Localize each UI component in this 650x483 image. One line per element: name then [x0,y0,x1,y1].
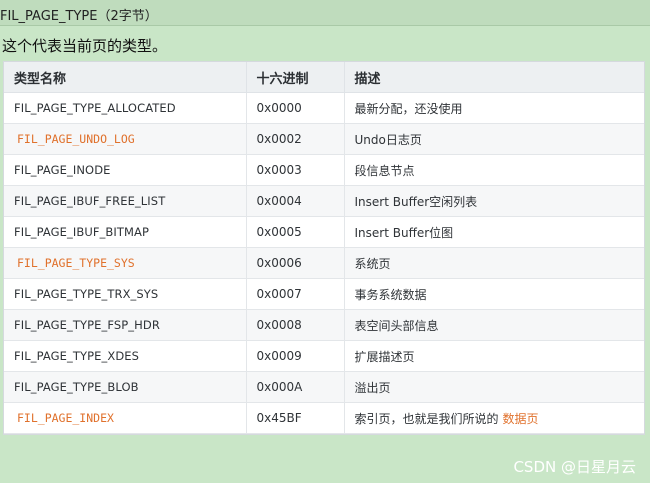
description-text: Undo日志页 [354,132,422,147]
table-row: FIL_PAGE_IBUF_BITMAP 0x0005 Insert Buffer位… [4,216,644,248]
section-heading: FIL_PAGE_TYPE（2字节） [0,9,158,24]
cell-hex: 0x0009 [246,340,345,372]
table-row: FIL_PAGE_TYPE_BLOB 0x000A 溢出页 [4,371,644,403]
table-row: FIL_PAGE_TYPE_XDES 0x0009 扩展描述页 [4,340,644,372]
cell-hex: 0x0000 [246,92,345,124]
cell-type-name: FIL_PAGE_UNDO_LOG [4,123,247,155]
cell-description: 段信息节点 [344,154,644,186]
cell-description: Insert Buffer空闲列表 [344,185,644,217]
cell-description: 最新分配，还没使用 [344,92,644,124]
table-row: FIL_PAGE_INODE 0x0003 段信息节点 [4,154,644,186]
cell-type-name: FIL_PAGE_TYPE_XDES [4,340,247,372]
cell-hex: 0x0005 [246,216,345,248]
cell-description: 扩展描述页 [344,340,644,372]
cell-type-name: FIL_PAGE_INDEX [4,402,247,434]
cell-hex: 0x0002 [246,123,345,155]
table-row: FIL_PAGE_TYPE_FSP_HDR 0x0008 表空间头部信息 [4,309,644,341]
description-text: 索引页，也就是我们所说的 [354,411,499,426]
cell-type-name: FIL_PAGE_IBUF_BITMAP [4,216,247,248]
cell-type-name: FIL_PAGE_TYPE_ALLOCATED [4,92,247,124]
cell-hex: 0x000A [246,371,345,403]
cell-description: 事务系统数据 [344,278,644,310]
description-text: 溢出页 [354,380,391,395]
cell-description: 系统页 [344,247,644,279]
cell-hex: 0x0008 [246,309,345,341]
cell-hex: 0x0007 [246,278,345,310]
table-row: FIL_PAGE_UNDO_LOG 0x0002 Undo日志页 [4,123,644,155]
cell-type-name: FIL_PAGE_TYPE_TRX_SYS [4,278,247,310]
cell-description: 表空间头部信息 [344,309,644,341]
cell-type-name: FIL_PAGE_TYPE_FSP_HDR [4,309,247,341]
csdn-watermark: CSDN @日星月云 [513,458,636,476]
cell-description: 溢出页 [344,371,644,403]
cell-hex: 0x0004 [246,185,345,217]
cell-type-name: FIL_PAGE_TYPE_BLOB [4,371,247,403]
description-text: Insert Buffer空闲列表 [354,194,478,209]
table-header-row: 类型名称 十六进制 描述 [4,62,644,93]
table-row: FIL_PAGE_TYPE_ALLOCATED 0x0000 最新分配，还没使用 [4,92,644,124]
description-text: 表空间头部信息 [354,318,439,333]
description-text: Insert Buffer位图 [354,225,454,240]
column-header-description: 描述 [344,62,644,93]
description-text: 最新分配，还没使用 [354,101,463,116]
description-text: 扩展描述页 [354,349,415,364]
table-row: FIL_PAGE_TYPE_SYS 0x0006 系统页 [4,247,644,279]
cell-description: Insert Buffer位图 [344,216,644,248]
cell-description: Undo日志页 [344,123,644,155]
cell-hex: 0x45BF [246,402,345,434]
cell-description: 索引页，也就是我们所说的 数据页 [344,402,644,434]
description-text: 段信息节点 [354,163,415,178]
description-text: 事务系统数据 [354,287,427,302]
column-header-type-name: 类型名称 [4,62,247,93]
table-row: FIL_PAGE_TYPE_TRX_SYS 0x0007 事务系统数据 [4,278,644,310]
cell-type-name: FIL_PAGE_IBUF_FREE_LIST [4,185,247,217]
table-row: FIL_PAGE_INDEX 0x45BF 索引页，也就是我们所说的 数据页 [4,402,644,434]
cell-hex: 0x0003 [246,154,345,186]
page-type-table: 类型名称 十六进制 描述 FIL_PAGE_TYPE_ALLOCATED 0x00… [3,61,645,435]
column-header-hex: 十六进制 [246,62,345,93]
cell-type-name: FIL_PAGE_INODE [4,154,247,186]
section-heading-bar: FIL_PAGE_TYPE（2字节） [0,0,650,26]
cell-hex: 0x0006 [246,247,345,279]
table-row: FIL_PAGE_IBUF_FREE_LIST 0x0004 Insert Buff… [4,185,644,217]
cell-type-name: FIL_PAGE_TYPE_SYS [4,247,247,279]
description-highlight: 数据页 [502,411,539,426]
description-text: 这个代表当前页的类型。 [2,37,168,55]
description-text: 系统页 [354,256,391,271]
